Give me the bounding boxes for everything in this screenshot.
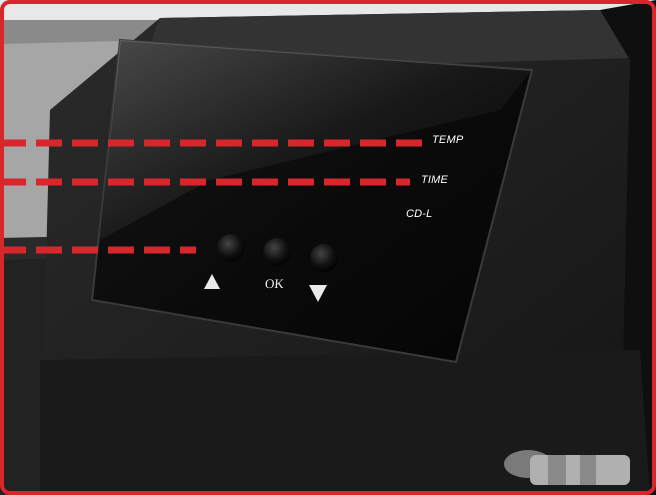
down-button[interactable] xyxy=(310,244,338,272)
heat-press-control-photo: TEMP TIME CD-L OK xyxy=(0,0,656,495)
ok-label: OK xyxy=(264,276,285,291)
down-arrow-icon xyxy=(309,284,327,302)
countdown-label: CD-L xyxy=(406,208,433,220)
temp-label: TEMP xyxy=(432,134,464,146)
up-arrow-icon xyxy=(204,272,220,290)
time-label: TIME xyxy=(421,174,449,186)
up-button[interactable] xyxy=(217,234,245,262)
ok-button[interactable] xyxy=(263,238,291,266)
